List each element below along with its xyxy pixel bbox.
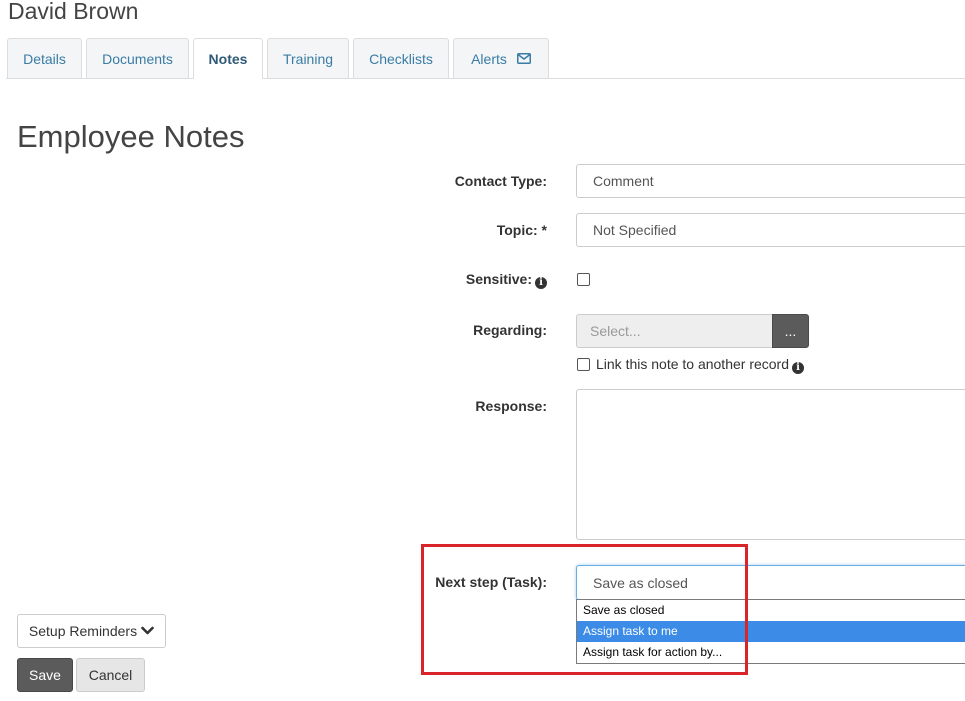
next-step-label: Next step (Task): <box>435 574 547 590</box>
response-textarea[interactable] <box>576 389 965 540</box>
tab-checklists[interactable]: Checklists <box>353 38 449 78</box>
topic-value: Not Specified <box>593 222 677 238</box>
response-label: Response: <box>475 398 547 414</box>
regarding-placeholder: Select... <box>590 323 641 339</box>
next-step-value: Save as closed <box>593 574 688 591</box>
next-step-dropdown: Save as closed Assign task to me Assign … <box>576 599 965 664</box>
sensitive-label-row: Sensitive: i <box>247 271 547 289</box>
info-icon: i <box>792 361 805 374</box>
regarding-select[interactable]: Select... <box>576 314 773 348</box>
tab-label: Documents <box>102 50 173 67</box>
sensitive-label: Sensitive: <box>465 271 532 287</box>
info-icon: i <box>535 276 547 289</box>
tab-details[interactable]: Details <box>7 38 82 78</box>
chevron-down-icon <box>141 626 154 636</box>
tab-label: Details <box>23 50 66 67</box>
contact-type-value: Comment <box>593 173 654 189</box>
link-note-label-row: Link this note to another record i <box>596 356 805 374</box>
option-assign-task-to-me[interactable]: Assign task to me <box>577 621 965 642</box>
regarding-browse-button[interactable]: ... <box>772 314 809 348</box>
tab-divider <box>6 78 965 79</box>
contact-type-select[interactable]: Comment <box>576 164 965 198</box>
sensitive-checkbox[interactable] <box>577 273 590 286</box>
regarding-label: Regarding: <box>473 322 547 338</box>
save-button[interactable]: Save <box>17 658 73 692</box>
setup-reminders-button[interactable]: Setup Reminders <box>17 614 166 648</box>
tab-notes[interactable]: Notes <box>193 38 263 79</box>
link-note-label: Link this note to another record <box>596 356 790 372</box>
topic-label: Topic: * <box>496 222 547 238</box>
tab-label: Notes <box>208 51 248 67</box>
employee-name: David Brown <box>8 0 139 24</box>
cancel-button[interactable]: Cancel <box>76 658 145 692</box>
tab-alerts[interactable]: Alerts <box>453 38 549 78</box>
contact-type-label: Contact Type: <box>454 173 547 189</box>
tab-label: Checklists <box>369 50 433 67</box>
tab-documents[interactable]: Documents <box>86 38 189 78</box>
next-step-select[interactable]: Save as closed <box>576 565 965 600</box>
option-assign-task-for-action-by[interactable]: Assign task for action by... <box>577 642 965 663</box>
link-note-checkbox[interactable] <box>577 358 590 371</box>
option-save-as-closed[interactable]: Save as closed <box>577 600 965 621</box>
page-title: Employee Notes <box>17 119 245 154</box>
setup-reminders-label: Setup Reminders <box>28 623 138 639</box>
tab-label: Alerts <box>471 50 507 67</box>
tab-label: Training <box>282 50 334 67</box>
topic-select[interactable]: Not Specified <box>576 213 965 247</box>
tab-training[interactable]: Training <box>267 38 349 78</box>
envelope-icon <box>516 53 531 64</box>
